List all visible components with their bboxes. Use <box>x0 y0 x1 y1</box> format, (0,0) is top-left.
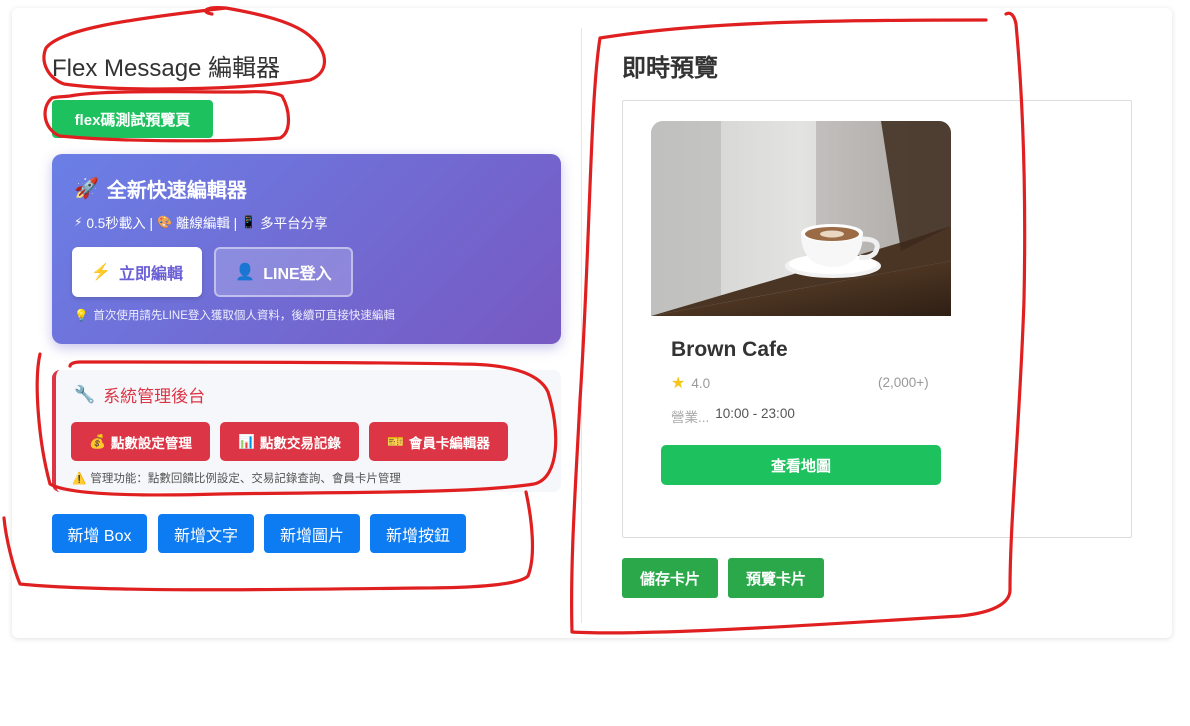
warning-icon: ⚠️ <box>72 473 87 485</box>
money-bag-icon: 💰 <box>89 433 106 449</box>
hours-value: 10:00 - 23:00 <box>715 406 795 421</box>
user-icon: 👤 <box>235 264 256 281</box>
member-card-editor-button[interactable]: 🎫 會員卡編輯器 <box>369 422 508 461</box>
cafe-hero-image <box>651 121 951 316</box>
feature-share: 多平台分享 <box>260 216 328 231</box>
rating-value: 4.0 <box>691 375 711 391</box>
preview-card-button[interactable]: 預覽卡片 <box>728 558 824 598</box>
rocket-icon: 🚀 <box>74 178 99 200</box>
edit-now-button[interactable]: ⚡ 立即編輯 <box>72 247 202 297</box>
editor-panel: Flex Message 編輯器 flex碼測試預覽頁 🚀 全新快速編輯器 ⚡ … <box>12 8 581 638</box>
promo-title: 全新快速編輯器 <box>106 180 247 202</box>
preview-title: 即時預覽 <box>622 55 718 82</box>
star-icon: ★ <box>671 375 686 392</box>
feature-offline: 離線編輯 | <box>175 216 238 231</box>
wrench-icon: 🔧 <box>74 384 96 404</box>
palette-icon: 🎨 <box>156 215 172 229</box>
lightbulb-icon: 💡 <box>74 310 89 322</box>
phone-icon: 📱 <box>241 215 257 229</box>
line-login-button[interactable]: 👤 LINE登入 <box>214 247 353 297</box>
points-settings-button[interactable]: 💰 點數設定管理 <box>71 422 210 461</box>
quick-editor-promo: 🚀 全新快速編輯器 ⚡ 0.5秒載入 | 🎨 離線編輯 | 📱 多平台分享 ⚡ … <box>52 154 561 344</box>
bar-chart-icon: 📊 <box>238 433 255 449</box>
admin-note: 管理功能：點數回饋比例設定、交易記錄查詢、會員卡片管理 <box>90 473 401 485</box>
cafe-name: Brown Cafe <box>671 338 788 361</box>
view-map-button[interactable]: 查看地圖 <box>661 445 941 485</box>
preview-panel: 即時預覽 Brown Cafe ★ 4.0 (2,000+) 營業... 10:… <box>582 8 1172 638</box>
promo-features: ⚡ 0.5秒載入 | 🎨 離線編輯 | 📱 多平台分享 <box>74 212 328 232</box>
admin-title: 系統管理後台 <box>103 387 206 406</box>
add-text-button[interactable]: 新增文字 <box>158 514 254 553</box>
flex-test-preview-button[interactable]: flex碼測試預覽頁 <box>52 100 213 138</box>
flex-bubble: Brown Cafe ★ 4.0 (2,000+) 營業... 10:00 - … <box>651 121 951 501</box>
lightning-icon: ⚡ <box>91 264 111 281</box>
hours-label: 營業... <box>671 410 710 425</box>
review-count: (2,000+) <box>878 375 929 390</box>
add-button-button[interactable]: 新增按鈕 <box>370 514 466 553</box>
points-transactions-button[interactable]: 📊 點數交易記錄 <box>220 422 359 461</box>
admin-panel: 🔧 系統管理後台 💰 點數設定管理 📊 點數交易記錄 🎫 會員卡編輯器 ⚠️ 管… <box>52 370 561 492</box>
promo-note: 首次使用請先LINE登入獲取個人資料，後續可直接快速編輯 <box>93 310 395 322</box>
ticket-icon: 🎫 <box>387 433 404 449</box>
page: Flex Message 編輯器 flex碼測試預覽頁 🚀 全新快速編輯器 ⚡ … <box>0 0 1190 726</box>
preview-area: Brown Cafe ★ 4.0 (2,000+) 營業... 10:00 - … <box>622 100 1132 538</box>
feature-speed: 0.5秒載入 | <box>86 216 153 231</box>
main-container: Flex Message 編輯器 flex碼測試預覽頁 🚀 全新快速編輯器 ⚡ … <box>12 8 1172 638</box>
add-box-button[interactable]: 新增 Box <box>52 514 147 553</box>
save-card-button[interactable]: 儲存卡片 <box>622 558 718 598</box>
editor-title: Flex Message 編輯器 <box>52 55 281 82</box>
add-image-button[interactable]: 新增圖片 <box>264 514 360 553</box>
lightning-icon: ⚡ <box>74 215 83 229</box>
